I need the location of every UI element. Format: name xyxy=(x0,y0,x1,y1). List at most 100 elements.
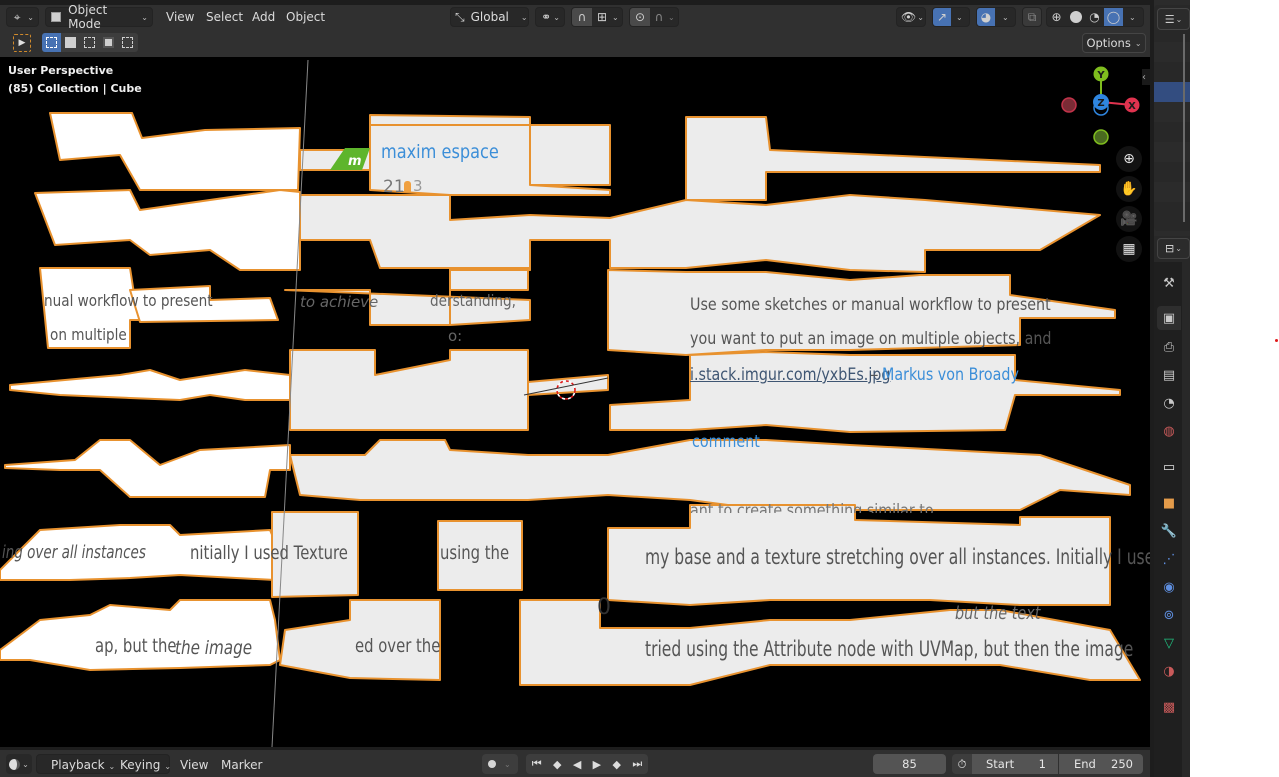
menu-object[interactable]: Object xyxy=(286,9,325,25)
mesh-fragment xyxy=(299,194,1101,273)
shading-material-icon[interactable]: ◔ xyxy=(1085,9,1104,25)
scene-text: – xyxy=(870,365,879,385)
scene-text: but the text xyxy=(955,603,1041,624)
blender-window: ⌖ ⌄ Object Mode ⌄ View Select Add Object … xyxy=(0,0,1190,777)
properties-icon[interactable]: ⊟ ⌄ xyxy=(1157,238,1190,259)
chevron-down-icon[interactable]: ⌄ xyxy=(668,13,675,22)
transform-orientation-dropdown[interactable]: ⤡ Global ⌄ xyxy=(450,7,529,27)
proportional-edit-icon[interactable]: ⊙ xyxy=(630,8,650,26)
scene-link: i.stack.imgur.com/yxbEs.jpg xyxy=(690,365,891,385)
jump-end-icon[interactable]: ⏭ xyxy=(632,757,642,771)
select-invert-icon[interactable] xyxy=(99,33,118,52)
select-extend-icon[interactable] xyxy=(61,33,80,52)
falloff-curve-icon[interactable]: ∩ xyxy=(650,9,668,25)
jump-start-icon[interactable]: ⏮ xyxy=(532,757,542,771)
menu-keying[interactable]: Keying ⌄ xyxy=(120,757,171,773)
snap-increment-icon[interactable]: ⊞ xyxy=(592,9,612,25)
object-mode-icon xyxy=(50,9,62,25)
play-icon[interactable]: ▶ xyxy=(593,758,601,771)
3d-viewport-icon: ⌖ xyxy=(13,9,21,24)
chevron-down-icon: ⌄ xyxy=(27,12,34,22)
mesh-fragment xyxy=(609,351,1121,433)
chevron-down-icon[interactable]: ⌄ xyxy=(504,760,511,769)
zoom-icon[interactable]: ⊕ xyxy=(1116,146,1142,172)
output-icon[interactable]: ⎙ xyxy=(1157,335,1181,359)
collection-icon[interactable]: ▭ xyxy=(1157,455,1181,479)
end-value: 250 xyxy=(1111,757,1133,771)
chevron-down-icon: ⌄ xyxy=(108,762,116,771)
tool-icon[interactable]: ⚒ xyxy=(1157,271,1181,295)
menu-select[interactable]: Select xyxy=(206,9,243,25)
particles-icon[interactable]: ⋰ xyxy=(1157,547,1181,571)
menu-add[interactable]: Add xyxy=(252,9,275,25)
render-icon[interactable]: ▣ xyxy=(1157,306,1181,330)
start-value: 1 xyxy=(1038,757,1046,771)
object-icon[interactable]: ■ xyxy=(1157,491,1181,515)
scene-text: to achieve xyxy=(300,293,379,311)
shading-wireframe-icon[interactable]: ⊕ xyxy=(1047,9,1066,25)
navigation-gizmo[interactable]: Y X Z xyxy=(1055,63,1145,153)
play-reverse-icon[interactable]: ◀ xyxy=(573,758,581,771)
select-intersect-icon[interactable] xyxy=(118,33,137,52)
outliner-scrollbar[interactable] xyxy=(1183,34,1185,222)
orientation-axes-icon: ⤡ xyxy=(455,9,465,24)
gizmo-icon[interactable]: ↗ xyxy=(933,8,951,26)
axis-x-label: X xyxy=(1128,101,1136,112)
sidebar-toggle-icon[interactable]: ‹ xyxy=(1142,69,1150,85)
options-dropdown[interactable]: Options ⌄ xyxy=(1082,33,1146,53)
material-icon[interactable]: ◑ xyxy=(1157,659,1181,683)
camera-icon[interactable]: 🎥 xyxy=(1116,206,1142,232)
chevron-down-icon[interactable]: ⌄ xyxy=(612,13,619,22)
select-box-icon[interactable]: ▶ xyxy=(13,34,31,52)
mode-dropdown[interactable]: Object Mode ⌄ xyxy=(45,3,153,31)
chevron-down-icon[interactable]: ⌄ xyxy=(1129,13,1136,22)
timeline-clock-icon xyxy=(9,758,21,770)
menu-view[interactable]: View xyxy=(166,9,194,25)
menu-marker[interactable]: Marker xyxy=(221,757,262,773)
xray-icon: ⧉ xyxy=(1027,9,1037,24)
cursor-dot xyxy=(1275,339,1278,342)
chevron-down-icon[interactable]: ⌄ xyxy=(1002,13,1009,22)
data-icon[interactable]: ▽ xyxy=(1157,631,1181,655)
view-name-label: User Perspective xyxy=(8,64,114,77)
modifier-icon[interactable]: 🔧 xyxy=(1157,519,1181,543)
timeline-editor-type[interactable]: ⌄ xyxy=(6,754,32,774)
menu-playback[interactable]: Playback ⌄ xyxy=(51,757,115,773)
record-dot-icon[interactable] xyxy=(488,760,496,768)
menu-keying-label: Keying xyxy=(120,758,161,772)
perspective-grid-icon[interactable]: ▦ xyxy=(1116,236,1142,262)
pivot-point-dropdown[interactable]: ⚭ ⌄ xyxy=(535,7,565,27)
menu-view[interactable]: View xyxy=(180,757,208,773)
start-frame-field[interactable]: Start 1 xyxy=(972,754,1058,774)
shading-rendered-icon[interactable]: ◯ xyxy=(1104,8,1123,26)
view-layer-icon[interactable]: ▤ xyxy=(1157,363,1181,387)
pan-hand-icon[interactable]: ✋ xyxy=(1116,176,1142,202)
magnet-icon[interactable]: ∩ xyxy=(572,8,592,26)
end-frame-field[interactable]: End 250 xyxy=(1059,754,1143,774)
constraints-icon[interactable]: ⊚ xyxy=(1157,603,1181,627)
prev-keyframe-icon[interactable]: ◆ xyxy=(553,758,561,771)
physics-icon[interactable]: ◉ xyxy=(1157,575,1181,599)
xray-toggle[interactable]: ⧉ xyxy=(1022,7,1042,27)
world-icon[interactable]: ◍ xyxy=(1157,419,1181,443)
shading-solid-icon[interactable] xyxy=(1066,9,1085,25)
visibility-dropdown[interactable]: 👁 ⌄ xyxy=(896,7,926,27)
select-subtract-icon[interactable] xyxy=(80,33,99,52)
scene-text: ap, but the xyxy=(95,635,177,657)
viewport-header: ⌖ ⌄ Object Mode ⌄ View Select Add Object … xyxy=(0,3,1150,31)
current-frame-field[interactable]: 85 xyxy=(873,754,946,774)
stopwatch-icon[interactable]: ⏱ xyxy=(952,754,972,774)
editor-type-button[interactable]: ⌖ ⌄ xyxy=(6,7,39,27)
gizmo-group: ↗ ⌄ xyxy=(932,7,970,27)
3d-viewport[interactable]: m maxim espace 21 3 nual workflow to pre… xyxy=(0,57,1150,747)
start-label: Start xyxy=(986,757,1015,771)
mode-label: Object Mode xyxy=(68,3,108,31)
chevron-down-icon[interactable]: ⌄ xyxy=(956,13,963,22)
select-set-icon[interactable] xyxy=(42,33,61,52)
overlay-icon[interactable]: ◕ xyxy=(977,8,995,26)
mesh-fragment xyxy=(34,189,301,271)
next-keyframe-icon[interactable]: ◆ xyxy=(613,758,621,771)
texture-icon[interactable]: ▩ xyxy=(1157,695,1181,719)
outliner-display-icon[interactable]: ☰ ⌄ xyxy=(1157,8,1190,30)
scene-icon[interactable]: ◔ xyxy=(1157,391,1181,415)
